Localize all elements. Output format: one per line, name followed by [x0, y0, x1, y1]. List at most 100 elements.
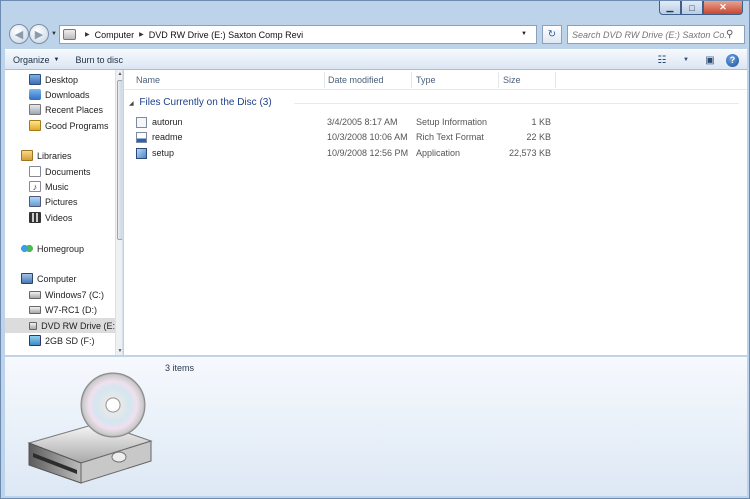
scroll-up-icon[interactable]: ▲ [117, 71, 122, 77]
nav-item-label: Downloads [45, 89, 90, 100]
file-row-readme[interactable]: readme 10/3/2008 10:06 AM Rich Text Form… [136, 130, 736, 145]
nav-item-label: Desktop [45, 74, 79, 85]
homegroup-icon [21, 243, 33, 254]
nav-item-windows7-c[interactable]: Windows7 (C:) [29, 287, 104, 302]
minimize-icon: ▁ [666, 2, 674, 12]
sd-card-icon [29, 335, 41, 346]
file-type: Setup Information [416, 117, 488, 127]
group-title: Files Currently on the Disc (3) [139, 97, 272, 108]
organize-button[interactable]: Organize ▼ [5, 50, 67, 69]
group-divider [294, 103, 739, 104]
organize-label: Organize [13, 54, 50, 65]
nav-item-label: Good Programs [45, 120, 109, 131]
nav-item-label: Pictures [45, 196, 78, 207]
breadcrumb-dvd-drive[interactable]: DVD RW Drive (E:) Saxton Comp Revi [149, 30, 303, 40]
nav-item-label: DVD RW Drive (E: [41, 320, 115, 331]
file-name: readme [152, 132, 183, 142]
nav-item-label: 2GB SD (F:) [45, 335, 95, 346]
chevron-down-icon[interactable]: ▼ [678, 53, 694, 67]
settings-file-icon [136, 117, 147, 128]
burn-label: Burn to disc [75, 54, 124, 65]
nav-item-recent-places[interactable]: Recent Places [29, 102, 103, 117]
chevron-right-icon[interactable]: ▶ [139, 31, 144, 38]
nav-item-label: W7-RC1 (D:) [45, 304, 97, 315]
help-icon[interactable]: ? [726, 53, 739, 67]
recent-pages-dropdown[interactable]: ▼ [51, 31, 57, 37]
nav-item-label: Videos [45, 212, 73, 223]
search-icon[interactable]: ⚲ [726, 29, 740, 40]
back-button[interactable]: ◀ [9, 24, 29, 44]
nav-item-w7-rc1-d[interactable]: W7-RC1 (D:) [29, 302, 97, 317]
column-divider[interactable] [411, 72, 412, 88]
file-date: 10/9/2008 12:56 PM [327, 148, 409, 158]
file-list-pane: Name Date modified Type Size ◢ Files Cur… [124, 70, 747, 355]
column-divider[interactable] [324, 72, 325, 88]
column-header-type[interactable]: Type [416, 75, 436, 85]
nav-item-downloads[interactable]: Downloads [29, 87, 90, 102]
downloads-icon [29, 89, 41, 100]
nav-item-music[interactable]: ♪ Music [29, 179, 69, 194]
refresh-icon: ↻ [547, 29, 557, 40]
file-size: 22,573 KB [508, 148, 551, 158]
nav-item-good-programs[interactable]: Good Programs [29, 118, 109, 133]
forward-button[interactable]: ▶ [29, 24, 49, 44]
nav-item-homegroup[interactable]: Homegroup [21, 241, 84, 256]
navigation-pane: Desktop Downloads Recent Places Good Pro… [5, 70, 123, 355]
nav-item-dvd-rw-drive-e[interactable]: DVD RW Drive (E: [5, 318, 115, 333]
breadcrumb-computer[interactable]: Computer [95, 30, 135, 40]
burn-to-disc-button[interactable]: Burn to disc [67, 50, 131, 69]
preview-pane-icon[interactable]: ▣ [702, 53, 718, 67]
file-row-autorun[interactable]: autorun 3/4/2005 8:17 AM Setup Informati… [136, 115, 736, 130]
address-dropdown[interactable]: ▼ [521, 31, 527, 37]
hard-drive-icon [29, 305, 41, 314]
computer-icon [21, 273, 33, 284]
documents-icon [29, 166, 41, 177]
scrollbar-thumb[interactable] [117, 80, 122, 240]
nav-item-documents[interactable]: Documents [29, 164, 91, 179]
minimize-button[interactable]: ▁ [659, 1, 681, 15]
column-divider[interactable] [555, 72, 556, 88]
search-box[interactable]: ⚲ [567, 25, 745, 44]
address-bar[interactable]: ▶ Computer ▶ DVD RW Drive (E:) Saxton Co… [59, 25, 537, 44]
nav-item-label: Homegroup [37, 243, 85, 254]
column-divider[interactable] [498, 72, 499, 88]
column-header-name[interactable]: Name [136, 75, 160, 85]
refresh-button[interactable]: ↻ [542, 25, 562, 44]
drive-icon [63, 29, 76, 40]
column-header-date[interactable]: Date modified [328, 75, 384, 85]
file-date: 10/3/2008 10:06 AM [327, 132, 408, 142]
group-header[interactable]: ◢ Files Currently on the Disc (3) [129, 97, 272, 108]
nav-item-computer[interactable]: Computer [21, 271, 77, 286]
file-size: 22 KB [526, 132, 551, 142]
chevron-down-icon: ▼ [53, 56, 60, 63]
address-row: ◀ ▶ ▼ ▶ Computer ▶ DVD RW Drive (E:) Sax… [1, 19, 750, 47]
nav-item-libraries[interactable]: Libraries [21, 148, 72, 163]
nav-item-pictures[interactable]: Pictures [29, 194, 78, 209]
search-input[interactable] [568, 29, 726, 40]
nav-item-label: Music [45, 181, 69, 192]
recent-places-icon [29, 104, 41, 115]
nav-item-2gb-sd-f[interactable]: 2GB SD (F:) [29, 333, 95, 348]
nav-item-videos[interactable]: Videos [29, 210, 72, 225]
collapse-icon: ◢ [129, 101, 134, 107]
command-bar: Organize ▼ Burn to disc ☷ ▼ ▣ ? [5, 49, 747, 70]
arrow-right-icon: ▶ [34, 28, 44, 41]
rtf-document-icon [136, 132, 147, 143]
scroll-down-icon[interactable]: ▼ [117, 348, 122, 354]
change-view-icon[interactable]: ☷ [654, 53, 670, 67]
close-button[interactable]: ✕ [703, 1, 743, 15]
column-header-size[interactable]: Size [503, 75, 521, 85]
file-date: 3/4/2005 8:17 AM [327, 117, 398, 127]
nav-pane-scrollbar[interactable]: ▲ ▼ [115, 70, 122, 355]
file-name: setup [152, 148, 175, 158]
nav-item-label: Documents [45, 166, 91, 177]
chevron-right-icon[interactable]: ▶ [85, 31, 90, 38]
nav-item-desktop[interactable]: Desktop [29, 72, 78, 87]
dvd-drive-icon [27, 372, 153, 484]
maximize-button[interactable]: □ [681, 1, 703, 15]
arrow-left-icon: ◀ [14, 28, 24, 41]
desktop-icon [29, 74, 41, 85]
nav-item-label: Recent Places [45, 104, 104, 115]
file-type: Application [416, 148, 461, 158]
file-row-setup[interactable]: setup 10/9/2008 12:56 PM Application 22,… [136, 146, 736, 161]
